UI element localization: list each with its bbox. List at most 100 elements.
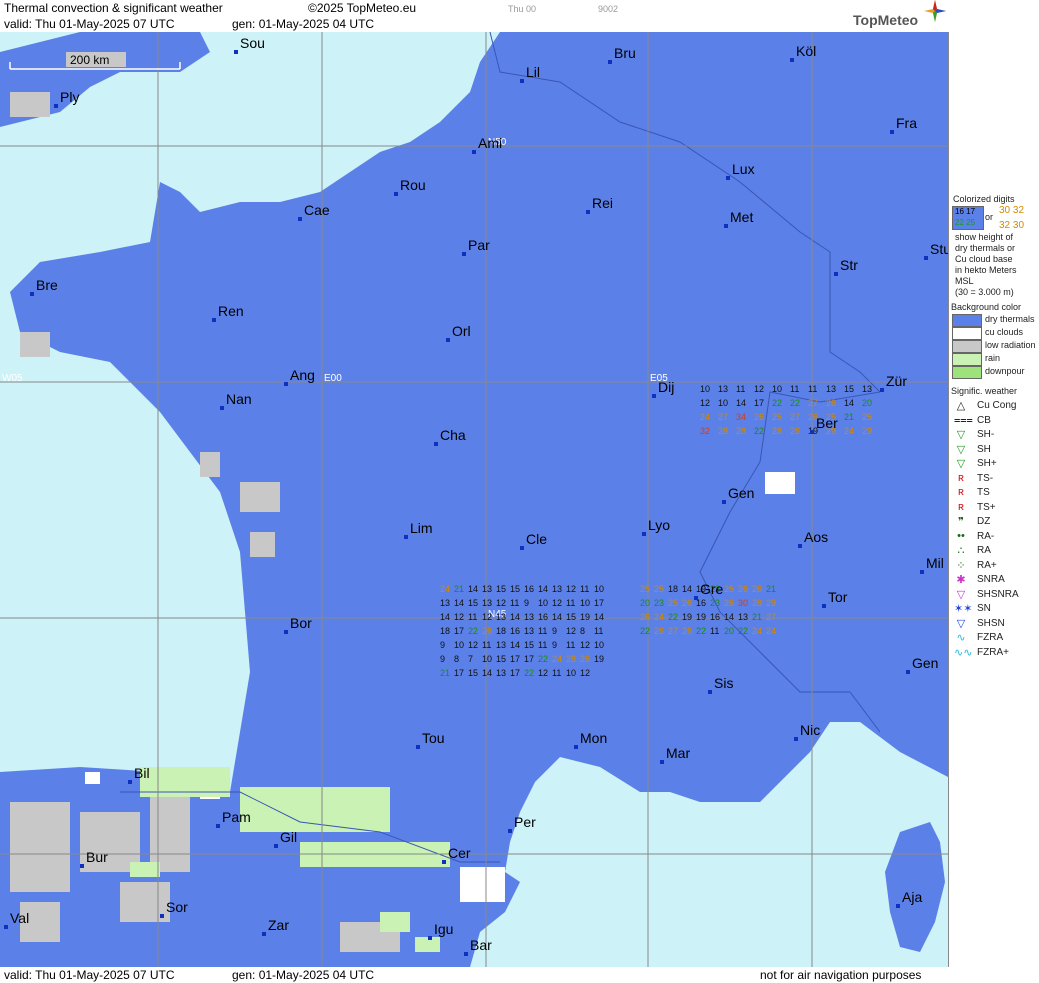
city-marker — [464, 952, 468, 956]
city-marker — [694, 596, 698, 600]
thermal-value: 28 — [736, 426, 746, 436]
city-label: Rei — [592, 195, 613, 211]
thermal-value: 27 — [718, 412, 728, 422]
thermal-value: 14 — [468, 584, 478, 594]
snow-rain-shower-icon: ▽ — [956, 588, 966, 601]
shower-light-icon: ▽ — [956, 429, 966, 441]
thermal-value: 13 — [524, 626, 534, 636]
thermal-value: 17 — [454, 668, 464, 678]
city-marker — [30, 292, 34, 296]
thermal-value: 25 — [862, 412, 872, 422]
city-label: Bre — [36, 277, 58, 293]
city-label: Lim — [410, 520, 433, 536]
city-label: Nic — [800, 722, 820, 738]
city-label: Cha — [440, 427, 466, 443]
thermal-value: 16 — [524, 584, 534, 594]
thermal-value: 24 — [654, 612, 664, 622]
thermal-value: 13 — [482, 584, 492, 594]
thermal-value: 15 — [468, 598, 478, 608]
legend-desc-line: in hekto Meters — [955, 265, 1017, 275]
legend-weather-label: SN — [977, 603, 991, 614]
rain-heavy-icon: ⁘ — [956, 559, 966, 572]
city-label: Stu — [930, 241, 948, 257]
city-label: Gil — [280, 829, 297, 845]
city-label: Lyo — [648, 517, 670, 533]
legend-weather-row: ⩶ CB — [952, 414, 1038, 428]
legend-weather-row: ʀ TS- — [952, 472, 1038, 486]
thermal-value: 10 — [566, 668, 576, 678]
thermal-value: 17 — [510, 654, 520, 664]
city-marker — [608, 60, 612, 64]
city-label: Bor — [290, 615, 312, 631]
city-label: Tor — [828, 589, 848, 605]
legend-weather-label: DZ — [977, 516, 991, 527]
city-label: Tou — [422, 730, 445, 746]
thermal-value: 10 — [700, 384, 710, 394]
thermal-value: 26 — [738, 584, 748, 594]
legend-weather-row: △ Cu Cong — [952, 400, 1038, 413]
thermal-value: 22 — [738, 626, 748, 636]
city-label: Mon — [580, 730, 607, 746]
thermal-value: 26 — [580, 654, 590, 664]
thermal-value: 11 — [736, 384, 745, 394]
thermal-value: 9 — [552, 626, 557, 636]
city-label: Cle — [526, 531, 547, 547]
city-marker — [284, 382, 288, 386]
city-label: Fra — [896, 115, 917, 131]
city-label: Ply — [60, 89, 79, 105]
thermal-value: 24 — [766, 626, 776, 636]
thermal-value: 24 — [752, 626, 762, 636]
city-label: Mar — [666, 745, 690, 761]
shower-icon: ▽ — [956, 443, 966, 456]
thermal-value: 20 — [724, 626, 734, 636]
thermal-value: 19 — [696, 612, 706, 622]
thermal-value: 26 — [640, 612, 650, 622]
thermal-value: 11 — [538, 626, 547, 636]
topmeteo-logo: TopMeteo — [853, 12, 919, 28]
city-label: Zar — [268, 917, 289, 933]
thermal-value: 8 — [454, 654, 459, 664]
legend-weather-label: RA- — [977, 530, 995, 542]
legend-desc-line: (30 = 3.000 m) — [955, 287, 1014, 297]
thermal-value: 25 — [654, 584, 664, 594]
thermal-value: 22 — [754, 426, 764, 436]
legend-weather-row: ∿∿ FZRA+ — [952, 647, 1038, 660]
legend-weather-row: ▽ SHSNRA — [952, 589, 1038, 602]
legend-weather-row: ▽ SH- — [952, 429, 1038, 442]
weather-map[interactable]: N50 N45 W05 E00 E05 200 km 10 13 11 12 10 11 11 13 1… — [0, 32, 948, 967]
thermal-value: 32 — [700, 426, 710, 436]
city-label: Bil — [134, 765, 150, 781]
city-marker — [790, 58, 794, 62]
thermal-value: 7 — [468, 654, 473, 664]
thermal-value: 26 — [682, 598, 692, 608]
thermal-value: 26 — [654, 626, 664, 636]
legend-swatch — [952, 340, 982, 353]
city-label: Met — [730, 209, 753, 225]
thermal-value: 23 — [654, 598, 664, 608]
thermal-value: 14 — [682, 584, 692, 594]
thermal-value: 30 — [738, 598, 748, 608]
city-label: Igu — [434, 921, 453, 937]
city-marker — [442, 860, 446, 864]
city-marker — [508, 829, 512, 833]
footer-valid-time: valid: Thu 01-May-2025 07 UTC — [4, 968, 175, 982]
city-label: Ren — [218, 303, 244, 319]
city-marker — [794, 737, 798, 741]
thermal-value: 11 — [538, 640, 547, 650]
thermal-value: 15 — [844, 384, 854, 394]
thermal-value: 9 — [440, 640, 445, 650]
thermal-value: 14 — [482, 668, 492, 678]
thermal-value: 10 — [594, 584, 604, 594]
legend-desc-line: dry thermals or — [955, 243, 1016, 253]
thermal-value: 8 — [580, 626, 585, 636]
thermal-value: 12 — [468, 640, 478, 650]
legend-swatch-label: downpour — [985, 366, 1025, 376]
city-marker — [54, 104, 58, 108]
thermal-value: 11 — [510, 598, 519, 608]
thermal-value: 16 — [538, 612, 548, 622]
thermal-value: 22 — [468, 626, 478, 636]
thermal-value: 15 — [496, 654, 506, 664]
legend-digits-orange-2: 32 30 — [999, 220, 1025, 231]
generated-time: gen: 01-May-2025 04 UTC — [232, 17, 375, 31]
city-marker — [880, 388, 884, 392]
